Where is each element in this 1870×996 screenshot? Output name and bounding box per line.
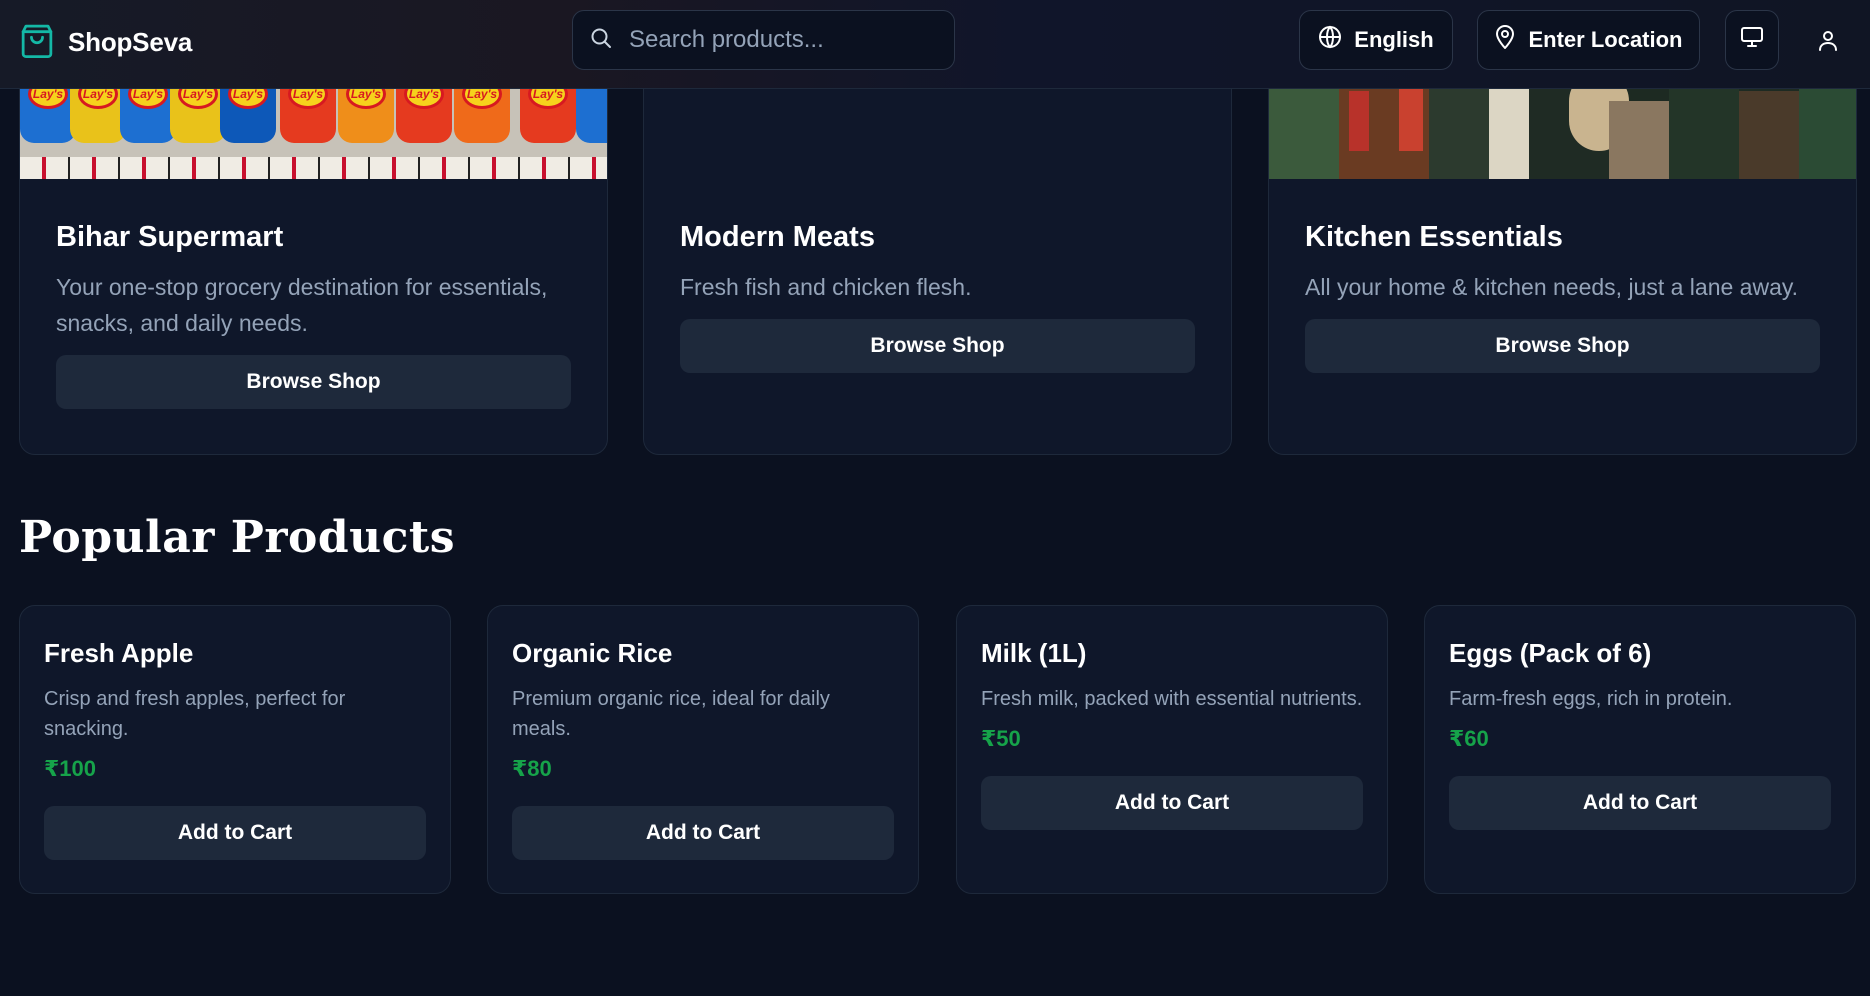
brand-logo[interactable]: ShopSeva	[20, 22, 192, 62]
section-title: Popular Products	[19, 512, 455, 563]
search-box[interactable]	[572, 10, 955, 70]
product-price: ₹100	[44, 756, 97, 781]
brand-name: ShopSeva	[68, 26, 193, 57]
theme-toggle-button[interactable]	[1725, 10, 1779, 70]
user-icon	[1817, 29, 1839, 56]
shop-description: Your one-stop grocery destination for es…	[56, 274, 548, 336]
shop-name: Kitchen Essentials	[1305, 221, 1563, 253]
add-to-cart-button[interactable]: Add to Cart	[44, 806, 426, 860]
product-name: Milk (1L)	[981, 638, 1087, 668]
product-name: Eggs (Pack of 6)	[1449, 638, 1652, 668]
shop-card: Lay's Lay's Lay's Lay's Lay's Lay's Lay'…	[19, 50, 608, 455]
add-to-cart-button[interactable]: Add to Cart	[512, 806, 894, 860]
product-description: Crisp and fresh apples, perfect for snac…	[44, 688, 346, 740]
product-description: Premium organic rice, ideal for daily me…	[512, 688, 830, 740]
shop-description: All your home & kitchen needs, just a la…	[1305, 274, 1799, 300]
search-input[interactable]	[629, 26, 929, 54]
product-card: Organic Rice Premium organic rice, ideal…	[487, 605, 919, 894]
browse-shop-button[interactable]: Browse Shop	[1305, 319, 1820, 373]
product-card: Eggs (Pack of 6) Farm-fresh eggs, rich i…	[1424, 605, 1856, 894]
product-card: Milk (1L) Fresh milk, packed with essent…	[956, 605, 1388, 894]
shop-name: Modern Meats	[680, 221, 875, 253]
browse-shop-button[interactable]: Browse Shop	[680, 319, 1195, 373]
product-card: Fresh Apple Crisp and fresh apples, perf…	[19, 605, 451, 894]
account-button[interactable]	[1808, 22, 1848, 62]
browse-shop-button[interactable]: Browse Shop	[56, 355, 571, 409]
product-price: ₹50	[981, 726, 1021, 751]
language-button[interactable]: English	[1299, 10, 1453, 70]
add-to-cart-button[interactable]: Add to Cart	[1449, 776, 1831, 830]
shop-card: Kitchen Essentials All your home & kitch…	[1268, 50, 1857, 455]
shopping-bag-icon	[20, 22, 54, 63]
monitor-icon	[1740, 26, 1764, 54]
product-name: Fresh Apple	[44, 638, 194, 668]
shop-description: Fresh fish and chicken flesh.	[680, 274, 972, 300]
language-label: English	[1354, 27, 1434, 52]
product-description: Farm-fresh eggs, rich in protein.	[1449, 688, 1733, 710]
map-pin-icon	[1494, 25, 1516, 55]
product-description: Fresh milk, packed with essential nutrie…	[981, 688, 1363, 710]
globe-icon	[1318, 25, 1342, 55]
shop-card: Modern Meats Fresh fish and chicken fles…	[643, 50, 1232, 455]
search-icon	[589, 26, 613, 55]
shop-name: Bihar Supermart	[56, 221, 284, 253]
add-to-cart-button[interactable]: Add to Cart	[981, 776, 1363, 830]
product-price: ₹80	[512, 756, 552, 781]
top-navbar: ShopSeva English Enter Location	[0, 0, 1870, 89]
location-button[interactable]: Enter Location	[1477, 10, 1700, 70]
location-label: Enter Location	[1528, 27, 1683, 52]
product-name: Organic Rice	[512, 638, 673, 668]
product-price: ₹60	[1449, 726, 1489, 751]
